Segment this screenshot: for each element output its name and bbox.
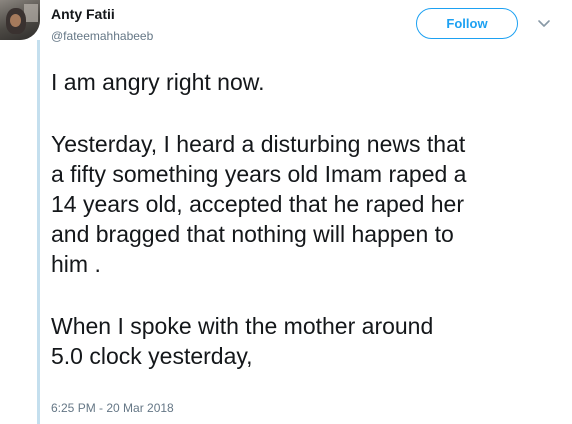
user-handle[interactable]: @fateemahhabeeb bbox=[51, 29, 153, 43]
tweet-line: When I spoke with the mother around bbox=[51, 313, 434, 339]
thread-line bbox=[37, 40, 40, 424]
tweet-line: and bragged that nothing will happen to bbox=[51, 221, 454, 247]
tweet-text: I am angry right now. Yesterday, I heard… bbox=[51, 67, 566, 371]
tweet-line: 14 years old, accepted that he raped her bbox=[51, 191, 465, 217]
avatar[interactable] bbox=[0, 0, 40, 40]
tweet-timestamp[interactable]: 6:25 PM - 20 Mar 2018 bbox=[51, 401, 174, 415]
tweet-line: a fifty something years old Imam raped a bbox=[51, 161, 467, 187]
tweet-card: Anty Fatii @fateemahhabeeb Follow I am a… bbox=[0, 0, 572, 424]
tweet-line: him . bbox=[51, 251, 101, 277]
tweet-line: I am angry right now. bbox=[51, 69, 265, 95]
follow-button[interactable]: Follow bbox=[416, 8, 518, 39]
user-name[interactable]: Anty Fatii bbox=[51, 6, 115, 22]
more-options-button[interactable] bbox=[536, 17, 552, 31]
follow-button-label: Follow bbox=[446, 16, 488, 31]
tweet-line: Yesterday, I heard a disturbing news tha… bbox=[51, 131, 466, 157]
tweet-line: 5.0 clock yesterday, bbox=[51, 343, 253, 369]
chevron-down-icon bbox=[538, 20, 550, 27]
